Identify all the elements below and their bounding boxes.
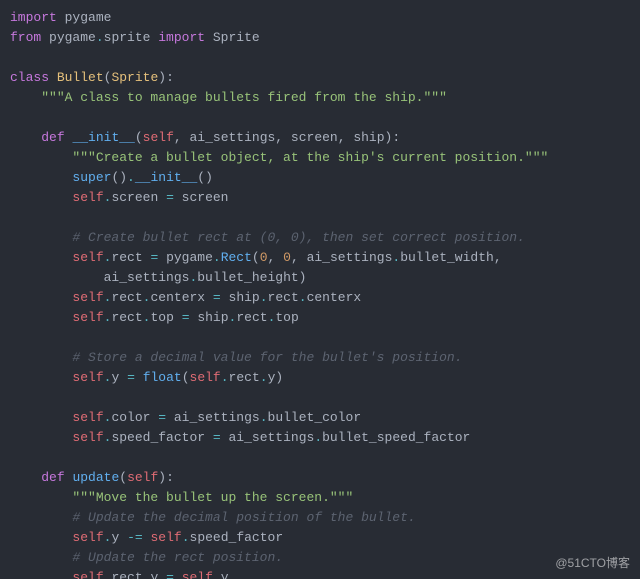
code-line: self.screen = screen	[10, 188, 630, 208]
code-block: import pygamefrom pygame.sprite import S…	[0, 0, 640, 579]
code-line: self.y -= self.speed_factor	[10, 528, 630, 548]
code-line: ai_settings.bullet_height)	[10, 268, 630, 288]
code-line: super().__init__()	[10, 168, 630, 188]
code-line: """A class to manage bullets fired from …	[10, 88, 630, 108]
code-line	[10, 328, 630, 348]
code-line: def update(self):	[10, 468, 630, 488]
code-line: self.rect.centerx = ship.rect.centerx	[10, 288, 630, 308]
code-line: # Update the rect position.	[10, 548, 630, 568]
code-line: # Update the decimal position of the bul…	[10, 508, 630, 528]
code-line: self.rect.y = self.y	[10, 568, 630, 579]
code-line: import pygame	[10, 8, 630, 28]
code-line	[10, 108, 630, 128]
code-line: """Move the bullet up the screen."""	[10, 488, 630, 508]
code-line: from pygame.sprite import Sprite	[10, 28, 630, 48]
watermark: @51CTO博客	[555, 553, 630, 573]
code-line	[10, 208, 630, 228]
code-line	[10, 448, 630, 468]
code-line: self.y = float(self.rect.y)	[10, 368, 630, 388]
code-line: # Create bullet rect at (0, 0), then set…	[10, 228, 630, 248]
code-line: # Store a decimal value for the bullet's…	[10, 348, 630, 368]
code-line: def __init__(self, ai_settings, screen, …	[10, 128, 630, 148]
code-line: self.rect.top = ship.rect.top	[10, 308, 630, 328]
code-line: class Bullet(Sprite):	[10, 68, 630, 88]
code-line	[10, 48, 630, 68]
code-line: """Create a bullet object, at the ship's…	[10, 148, 630, 168]
code-line: self.rect = pygame.Rect(0, 0, ai_setting…	[10, 248, 630, 268]
code-line	[10, 388, 630, 408]
code-line: self.speed_factor = ai_settings.bullet_s…	[10, 428, 630, 448]
code-line: self.color = ai_settings.bullet_color	[10, 408, 630, 428]
